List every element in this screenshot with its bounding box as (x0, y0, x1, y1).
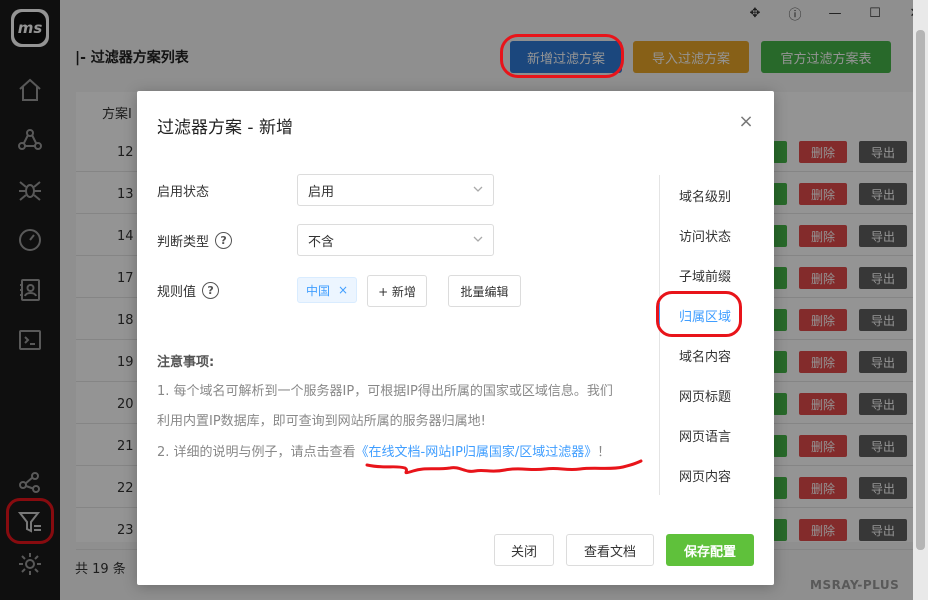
status-label-text: 启用状态 (157, 185, 210, 200)
note-line-3: 2. 详细的说明与例子，请点击查看《在线文档-网站IP归属国家/区域过滤器》！ (157, 441, 610, 460)
side-tab-2[interactable]: 子域前缀 (679, 266, 731, 285)
scrollbar-thumb[interactable] (916, 30, 925, 550)
side-tab-7[interactable]: 网页内容 (679, 466, 731, 485)
annotation-ring-add (500, 34, 624, 78)
side-tab-5[interactable]: 网页标题 (679, 386, 731, 405)
note-line-3-prefix: 2. 详细的说明与例子，请点击查看 (157, 445, 356, 460)
rule-help-icon[interactable]: ? (202, 282, 220, 299)
tag-remove-icon[interactable]: × (338, 283, 348, 297)
view-docs-button[interactable]: 查看文档 (566, 534, 654, 566)
online-doc-link[interactable]: 《在线文档-网站IP归属国家/区域过滤器》 (356, 445, 598, 460)
filter-dialog: 过滤器方案 - 新增 × 启用状态 启用 判断类型 ? 不含 规则值 ? 中国 … (137, 91, 774, 585)
type-select[interactable]: 不含 (297, 224, 494, 256)
note-line-3-suffix: ！ (597, 445, 611, 460)
status-select[interactable]: 启用 (297, 174, 494, 206)
type-label-text: 判断类型 (157, 235, 210, 250)
status-select-value: 启用 (308, 184, 335, 200)
side-tab-0[interactable]: 域名级别 (679, 186, 731, 205)
side-tab-1[interactable]: 访问状态 (679, 226, 731, 245)
notes-title: 注意事项: (157, 355, 215, 370)
side-tabs-divider (659, 175, 660, 495)
rule-tag-text: 中国 (306, 283, 331, 298)
rule-label: 规则值 ? (157, 281, 220, 300)
status-label: 启用状态 (157, 181, 209, 200)
type-select-value: 不含 (308, 234, 335, 250)
side-tab-6[interactable]: 网页语言 (679, 426, 731, 445)
type-help-icon[interactable]: ? (215, 232, 233, 249)
chevron-down-icon (473, 236, 483, 242)
save-config-button[interactable]: 保存配置 (666, 534, 754, 566)
chevron-down-icon (473, 186, 483, 192)
dialog-close-icon[interactable]: × (736, 111, 756, 132)
note-line-1: 1. 每个域名可解析到一个服务器IP，可根据IP得出所属的国家或区域信息。我们 (157, 384, 613, 399)
side-tab-4[interactable]: 域名内容 (679, 346, 731, 365)
add-rule-button[interactable]: + 新增 (367, 275, 427, 307)
dialog-title: 过滤器方案 - 新增 (157, 118, 293, 138)
close-button[interactable]: 关闭 (494, 534, 554, 566)
note-line-2: 利用内置IP数据库，即可查询到网站所属的服务器归属地! (157, 414, 486, 429)
annotation-ring-region-tab (656, 291, 742, 337)
annotation-underline (365, 459, 643, 475)
batch-edit-button[interactable]: 批量编辑 (448, 275, 521, 307)
rule-tag: 中国 × (297, 277, 358, 303)
rule-label-text: 规则值 (157, 285, 197, 300)
type-label: 判断类型 ? (157, 231, 233, 250)
